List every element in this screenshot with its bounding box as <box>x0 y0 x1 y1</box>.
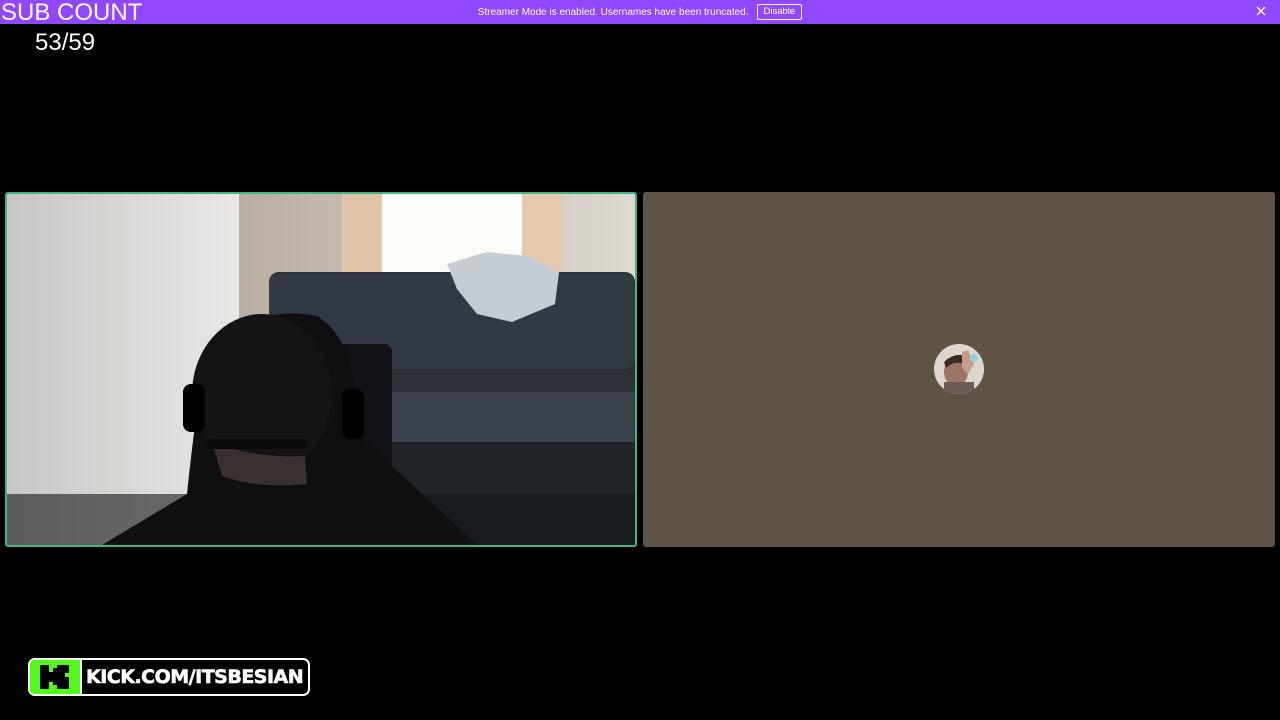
video-tile-avatar[interactable] <box>643 192 1275 547</box>
kick-url-badge: KICK.COM/ITSBESIAN <box>28 658 310 696</box>
sub-count-value: 53/59 <box>35 29 96 56</box>
sub-count-title: SUB COUNT <box>1 0 143 26</box>
video-tile-camera[interactable] <box>5 192 637 547</box>
streamer-mode-banner: Streamer Mode is enabled. Usernames have… <box>0 0 1280 24</box>
streamer-mode-message: Streamer Mode is enabled. Usernames have… <box>477 6 749 18</box>
disable-streamer-mode-button[interactable]: Disable <box>756 4 803 20</box>
close-icon[interactable] <box>1254 4 1268 18</box>
kick-logo-icon <box>30 660 82 694</box>
camera-feed <box>7 194 635 545</box>
user-avatar[interactable] <box>934 344 984 394</box>
kick-url-text: KICK.COM/ITSBESIAN <box>86 666 304 689</box>
